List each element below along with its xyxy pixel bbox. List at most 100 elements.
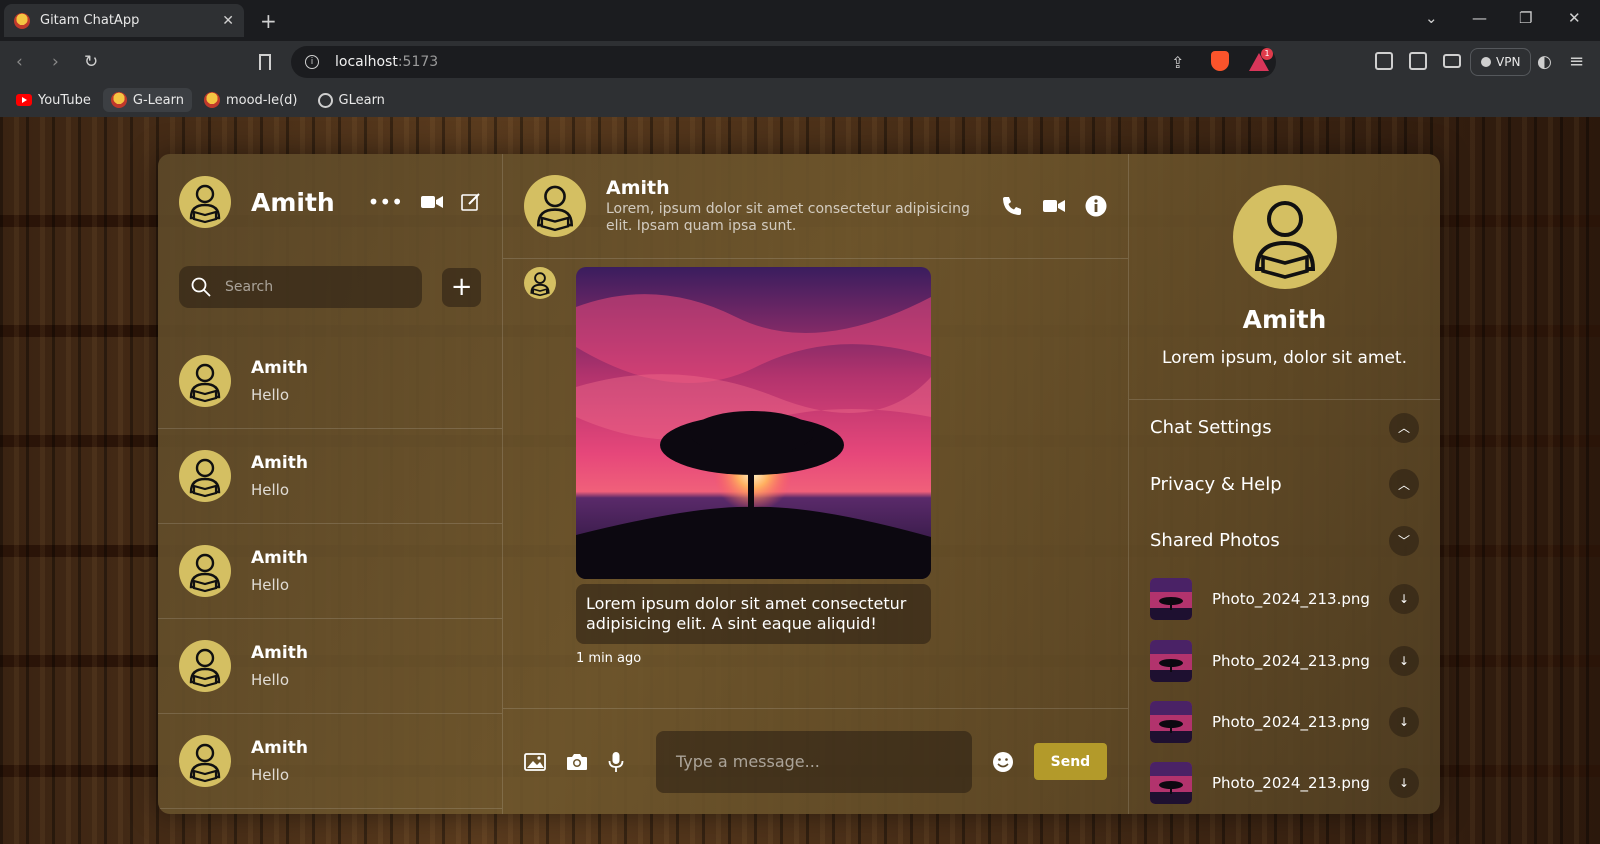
wallet-icon[interactable] bbox=[1443, 54, 1461, 68]
photo-filename: Photo_2024_213.png bbox=[1212, 774, 1370, 793]
conversation-item[interactable]: Amith Hello bbox=[158, 524, 502, 619]
conversation-name: Amith bbox=[251, 358, 308, 378]
contact-avatar bbox=[179, 450, 231, 502]
tab-list-chevron-icon[interactable]: ⌄ bbox=[1425, 9, 1438, 27]
phone-icon[interactable] bbox=[1001, 195, 1023, 217]
photo-filename: Photo_2024_213.png bbox=[1212, 713, 1370, 732]
video-call-icon[interactable] bbox=[421, 194, 443, 210]
address-toolbar: ‹ › ↻ i localhost:5173 ⇪ 1 VPN ◐ ≡ bbox=[0, 41, 1600, 83]
reading-person-icon bbox=[189, 458, 221, 498]
download-icon[interactable]: ↓ bbox=[1389, 584, 1419, 615]
image-upload-icon[interactable] bbox=[524, 751, 546, 773]
microphone-icon[interactable] bbox=[608, 751, 624, 773]
conversation-item[interactable]: Amith Hello bbox=[158, 429, 502, 524]
conversation-last-message: Hello bbox=[251, 671, 290, 689]
browser-menu-icon[interactable]: ≡ bbox=[1569, 51, 1584, 72]
conversation-item[interactable]: Amith Hello bbox=[158, 619, 502, 714]
browser-tab[interactable]: Gitam ChatApp ✕ bbox=[4, 4, 244, 37]
info-icon[interactable] bbox=[1085, 195, 1107, 217]
close-tab-icon[interactable]: ✕ bbox=[222, 13, 234, 29]
reading-person-icon bbox=[1254, 201, 1315, 279]
window-close-icon[interactable]: ✕ bbox=[1568, 9, 1581, 27]
photo-filename: Photo_2024_213.png bbox=[1212, 651, 1370, 670]
chevron-up-icon[interactable]: ︿ bbox=[1389, 412, 1419, 443]
chat-contact-name: Amith bbox=[606, 177, 670, 199]
conversation-item[interactable]: Amith Hello bbox=[158, 714, 502, 809]
section-label: Chat Settings bbox=[1150, 417, 1272, 439]
new-tab-icon[interactable]: + bbox=[260, 9, 277, 33]
forward-icon[interactable]: › bbox=[52, 52, 59, 72]
edit-compose-icon[interactable] bbox=[461, 192, 481, 212]
bookmarks-bar: YouTube G-Learn mood-le(d) GLearn bbox=[0, 83, 1600, 117]
download-icon[interactable]: ↓ bbox=[1389, 645, 1419, 676]
shared-photo-item[interactable]: Photo_2024_213.png ↓ bbox=[1129, 569, 1440, 630]
section-label: Privacy & Help bbox=[1150, 473, 1282, 495]
bookmark-youtube[interactable]: YouTube bbox=[8, 89, 99, 112]
sidebar-toggle-icon[interactable] bbox=[1409, 52, 1427, 70]
download-icon[interactable]: ↓ bbox=[1389, 707, 1419, 738]
vpn-label: VPN bbox=[1496, 55, 1521, 69]
leo-ai-icon[interactable]: ◐ bbox=[1537, 52, 1552, 72]
conversation-last-message: Hello bbox=[251, 766, 290, 784]
search-input[interactable]: Search bbox=[179, 266, 423, 308]
vpn-button[interactable]: VPN bbox=[1470, 48, 1532, 76]
send-button[interactable]: Send bbox=[1033, 743, 1107, 780]
extensions-icon[interactable] bbox=[1375, 52, 1393, 70]
back-icon[interactable]: ‹ bbox=[16, 52, 23, 72]
bookmark-icon[interactable] bbox=[259, 54, 271, 70]
reload-icon[interactable]: ↻ bbox=[84, 52, 98, 72]
bookmark-moodle[interactable]: mood-le(d) bbox=[196, 88, 306, 112]
chevron-up-icon[interactable]: ︿ bbox=[1389, 469, 1419, 500]
address-bar[interactable]: i localhost:5173 bbox=[291, 46, 1276, 78]
vpn-status-icon bbox=[1481, 57, 1491, 67]
message-image[interactable] bbox=[576, 267, 931, 579]
camera-icon[interactable] bbox=[566, 751, 588, 773]
contact-avatar bbox=[179, 355, 231, 407]
chat-settings-section[interactable]: Chat Settings ︿ bbox=[1129, 400, 1440, 456]
search-icon bbox=[191, 277, 211, 297]
gitam-logo-icon bbox=[110, 92, 127, 108]
reading-person-icon bbox=[530, 272, 550, 297]
share-icon[interactable]: ⇪ bbox=[1171, 53, 1184, 72]
more-options-icon[interactable]: ••• bbox=[368, 192, 403, 212]
message-composer: Type a message... Send bbox=[503, 709, 1128, 814]
video-call-icon[interactable] bbox=[1043, 195, 1065, 217]
bookmark-glearn[interactable]: GLearn bbox=[310, 89, 393, 112]
shared-photos-section[interactable]: Shared Photos ﹀ bbox=[1129, 512, 1440, 568]
chat-contact-avatar[interactable] bbox=[524, 175, 586, 237]
current-user-header: Amith ••• bbox=[158, 154, 502, 250]
minimize-icon[interactable]: — bbox=[1472, 9, 1487, 27]
brave-shields-icon[interactable] bbox=[1211, 51, 1229, 71]
globe-icon bbox=[317, 92, 333, 108]
conversation-item[interactable]: Amith Hello bbox=[158, 334, 502, 429]
add-conversation-button[interactable]: + bbox=[442, 267, 481, 307]
privacy-help-section[interactable]: Privacy & Help ︿ bbox=[1129, 456, 1440, 512]
bookmark-g-learn[interactable]: G-Learn bbox=[102, 88, 192, 112]
reading-person-icon bbox=[189, 363, 221, 403]
message-input[interactable]: Type a message... bbox=[656, 730, 972, 793]
shared-photo-item[interactable]: Photo_2024_213.png ↓ bbox=[1129, 753, 1440, 814]
emoji-icon[interactable] bbox=[992, 751, 1014, 773]
download-icon[interactable]: ↓ bbox=[1389, 768, 1419, 799]
conversation-name: Amith bbox=[251, 738, 308, 758]
photo-thumbnail bbox=[1150, 639, 1192, 682]
profile-name: Amith bbox=[1242, 305, 1327, 334]
restore-icon[interactable]: ❐ bbox=[1519, 9, 1532, 27]
chevron-down-icon[interactable]: ﹀ bbox=[1389, 525, 1419, 556]
bookmark-label: G-Learn bbox=[132, 92, 184, 108]
gitam-logo-icon bbox=[203, 92, 220, 108]
contact-profile: Amith Lorem ipsum, dolor sit amet. bbox=[1129, 154, 1440, 400]
conversation-last-message: Hello bbox=[251, 386, 290, 404]
photo-thumbnail bbox=[1150, 701, 1192, 744]
site-info-icon[interactable]: i bbox=[305, 55, 319, 69]
reading-person-icon bbox=[189, 648, 221, 688]
shared-photo-item[interactable]: Photo_2024_213.png ↓ bbox=[1129, 691, 1440, 752]
page-background: Amith ••• Search + Amith Hello Amith Hel… bbox=[0, 117, 1600, 844]
user-avatar[interactable] bbox=[179, 176, 231, 228]
rewards-badge: 1 bbox=[1261, 48, 1273, 60]
sunset-tree-image bbox=[576, 267, 931, 579]
chat-panel: Amith Lorem, ipsum dolor sit amet consec… bbox=[503, 154, 1129, 814]
url-host: localhost bbox=[335, 54, 398, 70]
shared-photo-item[interactable]: Photo_2024_213.png ↓ bbox=[1129, 630, 1440, 691]
section-label: Shared Photos bbox=[1150, 530, 1280, 552]
